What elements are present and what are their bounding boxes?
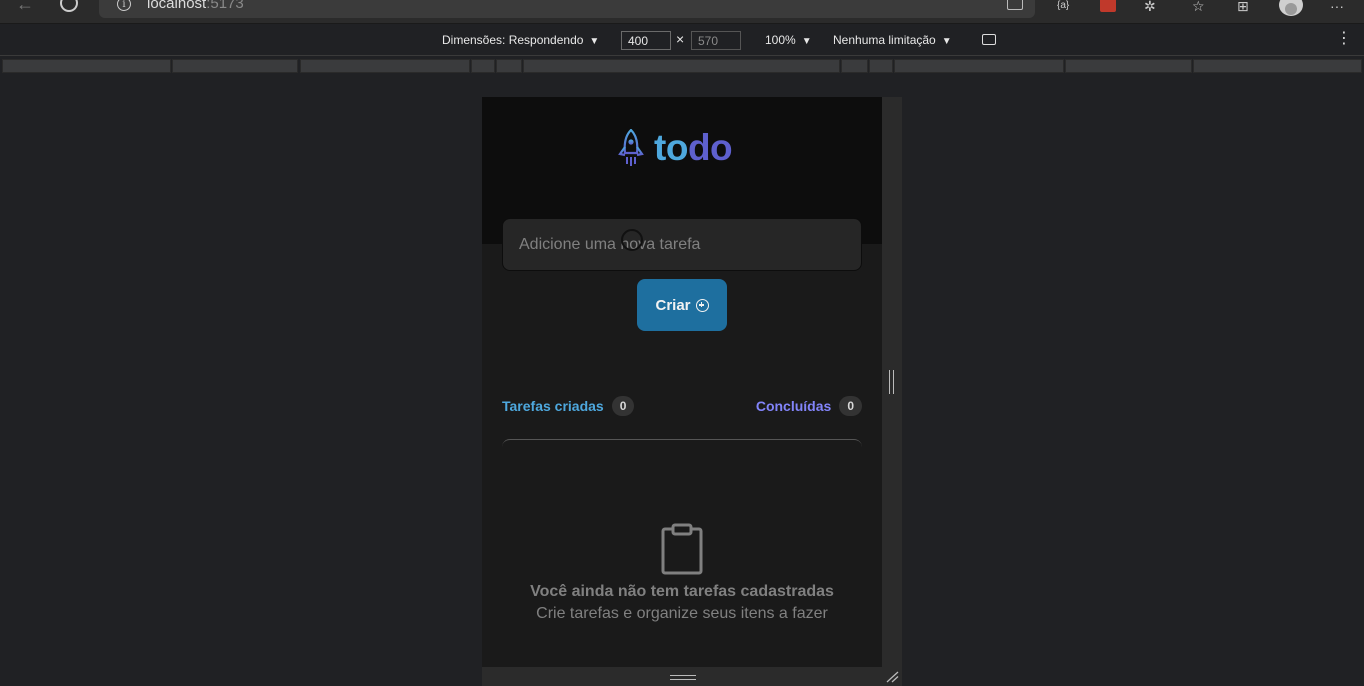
created-tasks-label: Tarefas criadas bbox=[502, 398, 604, 414]
url-text[interactable]: localhost:5173 bbox=[147, 0, 244, 12]
media-query-segment[interactable] bbox=[300, 59, 470, 73]
logo-do: do bbox=[687, 127, 733, 168]
task-counters: Tarefas criadas 0 Concluídas 0 bbox=[502, 396, 862, 418]
corner-resize-icon[interactable] bbox=[885, 671, 899, 683]
logo-text: todo bbox=[654, 127, 733, 169]
zoom-dropdown[interactable]: 100% ▼ bbox=[765, 33, 812, 47]
rocket-icon bbox=[618, 129, 644, 166]
bottom-resize-handle[interactable] bbox=[670, 675, 696, 680]
extension-braces-icon[interactable]: {a} bbox=[1057, 0, 1069, 14]
done-tasks-counter: Concluídas 0 bbox=[756, 396, 862, 416]
height-input[interactable] bbox=[691, 31, 741, 50]
extension-red-icon[interactable] bbox=[1100, 0, 1116, 12]
media-query-segment[interactable] bbox=[2, 59, 171, 73]
media-query-segment[interactable] bbox=[1065, 59, 1192, 73]
profile-avatar[interactable] bbox=[1279, 0, 1303, 16]
browser-menu-icon[interactable]: ··· bbox=[1330, 0, 1344, 14]
extensions-puzzle-icon[interactable]: ✲ bbox=[1144, 0, 1156, 14]
right-resize-handle[interactable] bbox=[889, 370, 894, 394]
plus-circle-icon bbox=[695, 298, 709, 312]
empty-state-subtitle: Crie tarefas e organize seus itens a faz… bbox=[536, 605, 828, 622]
media-query-segment[interactable] bbox=[172, 59, 298, 73]
create-task-button[interactable]: Criar bbox=[637, 279, 727, 331]
caret-down-icon: ▼ bbox=[801, 36, 812, 47]
device-toolbar: Dimensões: Respondendo ▼ × 100% ▼ Nenhuma … bbox=[0, 24, 1364, 56]
times-symbol: × bbox=[676, 31, 685, 47]
clipboard-icon bbox=[661, 523, 703, 575]
device-viewport: todo Criar Tarefas criadas 0 Concluídas … bbox=[482, 97, 882, 667]
created-tasks-badge: 0 bbox=[611, 396, 635, 416]
create-button-label: Criar bbox=[655, 296, 691, 314]
url-port: :5173 bbox=[206, 0, 244, 12]
media-query-segment[interactable] bbox=[471, 59, 495, 73]
favorites-icon[interactable]: ☆ bbox=[1192, 0, 1205, 14]
browser-top-bar: ← i localhost:5173 {a} ✲ ☆ ⊞ ··· bbox=[0, 0, 1364, 24]
empty-state: Você ainda não tem tarefas cadastradas C… bbox=[482, 523, 882, 625]
collections-icon[interactable]: ⊞ bbox=[1237, 0, 1249, 14]
reload-icon[interactable] bbox=[60, 0, 78, 12]
media-query-segment[interactable] bbox=[841, 59, 868, 73]
empty-state-title: Você ainda não tem tarefas cadastradas bbox=[530, 583, 834, 600]
new-task-input[interactable] bbox=[502, 218, 862, 271]
done-tasks-label: Concluídas bbox=[755, 398, 832, 414]
media-query-segment[interactable] bbox=[496, 59, 522, 73]
media-query-segment[interactable] bbox=[523, 59, 840, 73]
created-tasks-counter: Tarefas criadas 0 bbox=[502, 396, 635, 416]
width-input[interactable] bbox=[621, 31, 671, 50]
media-query-bar bbox=[0, 57, 1364, 75]
caret-down-icon: ▼ bbox=[941, 36, 952, 47]
back-icon[interactable]: ← bbox=[16, 0, 34, 15]
dimensions-label: Dimensões: Respondendo bbox=[442, 33, 584, 47]
more-options-icon[interactable]: ⋮ bbox=[1336, 28, 1353, 48]
info-icon[interactable]: i bbox=[117, 0, 131, 11]
app-logo: todo bbox=[618, 127, 733, 169]
media-query-segment[interactable] bbox=[869, 59, 893, 73]
address-bar[interactable]: i localhost:5173 bbox=[99, 0, 1035, 18]
done-tasks-badge: 0 bbox=[839, 396, 862, 416]
caret-down-icon: ▼ bbox=[589, 36, 600, 47]
logo-to: to bbox=[654, 127, 688, 168]
throttling-label: Nenhuma limitação bbox=[833, 33, 936, 47]
media-query-segment[interactable] bbox=[1193, 59, 1362, 73]
throttling-dropdown[interactable]: Nenhuma limitação ▼ bbox=[833, 33, 952, 47]
url-host: localhost bbox=[147, 0, 207, 12]
zoom-label: 100% bbox=[765, 33, 796, 47]
dimensions-dropdown[interactable]: Dimensões: Respondendo ▼ bbox=[442, 33, 599, 47]
media-query-segment[interactable] bbox=[894, 59, 1064, 73]
rotate-icon[interactable] bbox=[982, 34, 996, 45]
app-available-icon[interactable] bbox=[1007, 0, 1023, 10]
